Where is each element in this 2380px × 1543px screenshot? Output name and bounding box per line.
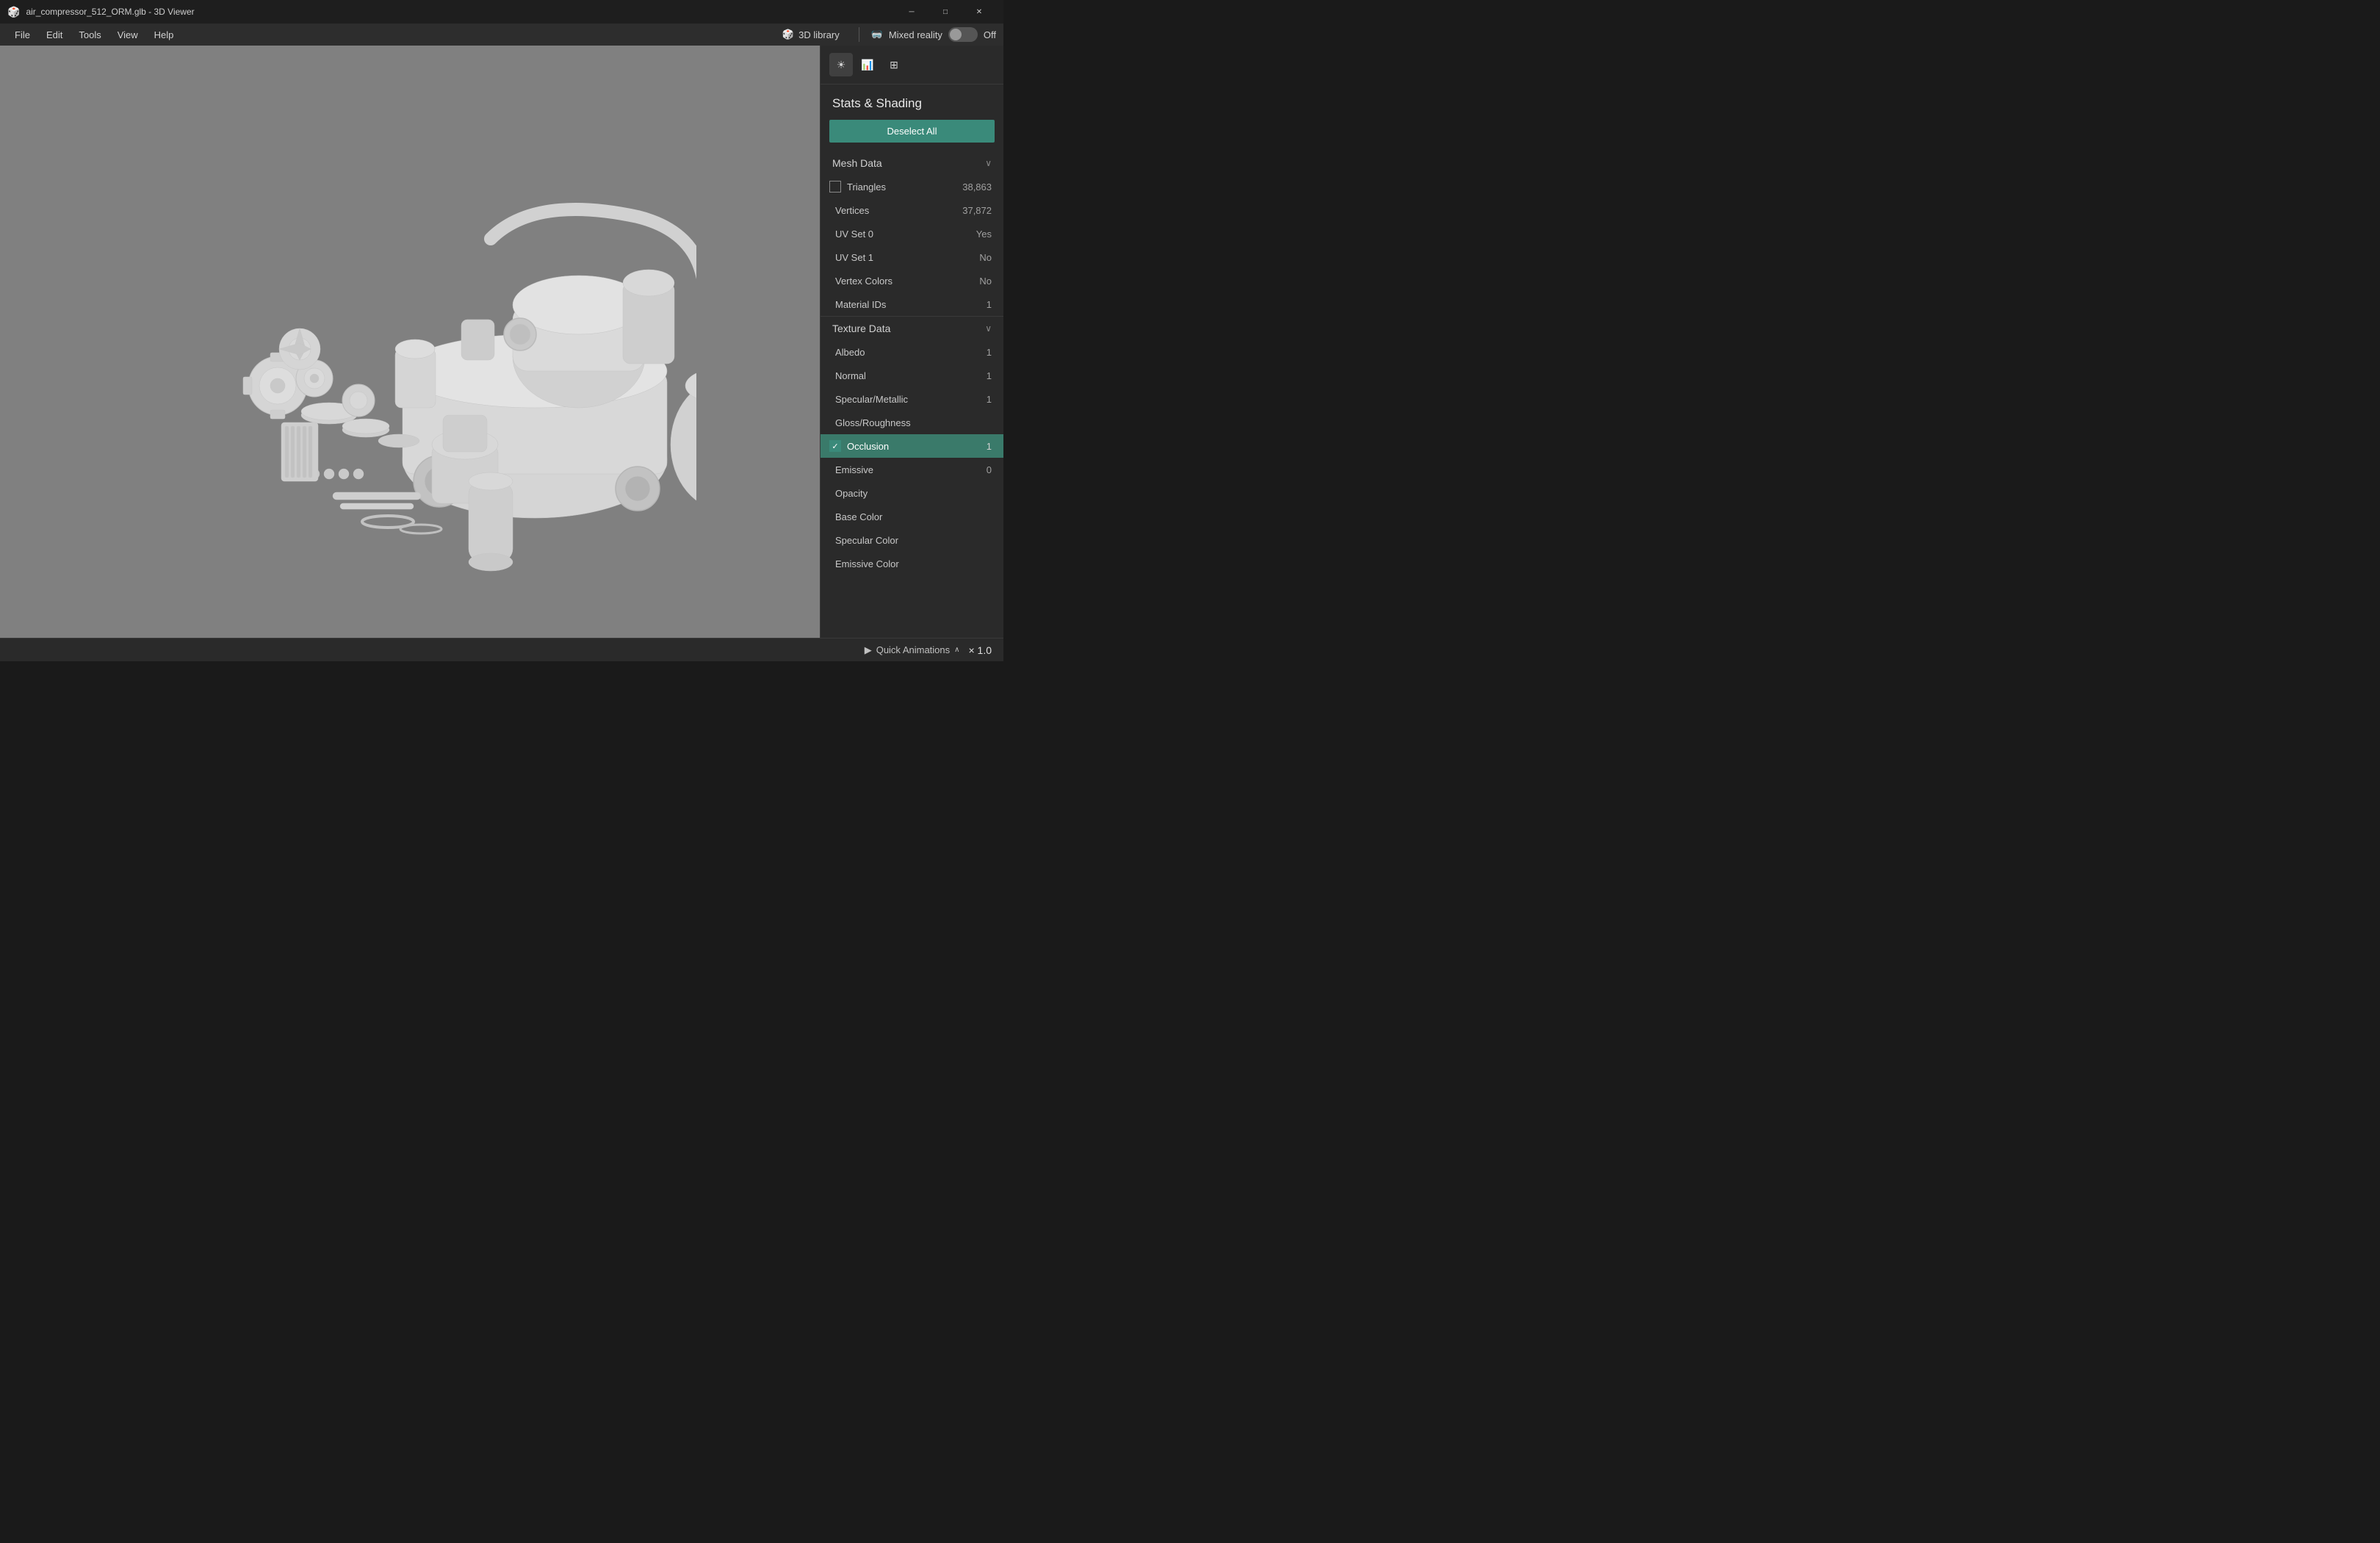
titlebar-title: air_compressor_512_ORM.glb - 3D Viewer bbox=[26, 7, 194, 17]
normal-value: 1 bbox=[962, 370, 992, 381]
zoom-level: × 1.0 bbox=[968, 644, 992, 656]
mesh-data-label: Mesh Data bbox=[832, 157, 882, 169]
emissive-label: Emissive bbox=[835, 464, 962, 475]
vertices-label: Vertices bbox=[835, 205, 962, 216]
triangles-row[interactable]: Triangles 38,863 bbox=[821, 175, 1003, 198]
titlebar: 🎲 air_compressor_512_ORM.glb - 3D Viewer… bbox=[0, 0, 1003, 24]
menubar: File Edit Tools View Help 🎲 3D library 🥽… bbox=[0, 24, 1003, 46]
panel-tool-grid[interactable]: ⊞ bbox=[882, 53, 906, 76]
material-ids-label: Material IDs bbox=[835, 299, 962, 310]
titlebar-controls: ─ □ ✕ bbox=[895, 0, 996, 24]
occlusion-row[interactable]: Occlusion 1 bbox=[821, 434, 1003, 458]
panel-title: Stats & Shading bbox=[821, 84, 1003, 120]
right-panel: ☀ 📊 ⊞ Stats & Shading Deselect All Mesh … bbox=[820, 46, 1003, 638]
normal-label: Normal bbox=[835, 370, 962, 381]
material-ids-value: 1 bbox=[962, 299, 992, 310]
menu-help[interactable]: Help bbox=[147, 26, 181, 43]
model-display bbox=[0, 46, 820, 638]
library-button[interactable]: 🎲 3D library bbox=[775, 26, 847, 43]
panel-toolbar: ☀ 📊 ⊞ bbox=[821, 46, 1003, 84]
material-ids-row: Material IDs 1 bbox=[821, 292, 1003, 316]
close-button[interactable]: ✕ bbox=[962, 0, 996, 24]
deselect-all-button[interactable]: Deselect All bbox=[829, 120, 995, 143]
mesh-data-section-header[interactable]: Mesh Data ∨ bbox=[821, 151, 1003, 175]
titlebar-left: 🎲 air_compressor_512_ORM.glb - 3D Viewer bbox=[7, 6, 195, 18]
occlusion-label: Occlusion bbox=[847, 441, 956, 452]
viewport[interactable] bbox=[0, 46, 820, 638]
normal-row[interactable]: Normal 1 bbox=[821, 364, 1003, 387]
gloss-roughness-row[interactable]: Gloss/Roughness bbox=[821, 411, 1003, 434]
chevron-up-icon: ∧ bbox=[954, 646, 959, 654]
emissive-color-label: Emissive Color bbox=[835, 558, 962, 569]
albedo-row[interactable]: Albedo 1 bbox=[821, 340, 1003, 364]
uvset0-row: UV Set 0 Yes bbox=[821, 222, 1003, 245]
vertex-colors-row: Vertex Colors No bbox=[821, 269, 1003, 292]
texture-data-label: Texture Data bbox=[832, 323, 890, 334]
occlusion-value: 1 bbox=[962, 441, 992, 452]
menu-tools[interactable]: Tools bbox=[71, 26, 108, 43]
texture-data-chevron: ∨ bbox=[985, 323, 992, 334]
gloss-roughness-label: Gloss/Roughness bbox=[835, 417, 962, 428]
texture-data-section-header[interactable]: Texture Data ∨ bbox=[821, 317, 1003, 340]
main: ☀ 📊 ⊞ Stats & Shading Deselect All Mesh … bbox=[0, 46, 1003, 638]
base-color-label: Base Color bbox=[835, 511, 962, 522]
model-svg bbox=[123, 92, 696, 591]
vertices-value: 37,872 bbox=[962, 205, 992, 216]
mixed-reality-area: 🥽 Mixed reality Off bbox=[871, 27, 996, 42]
specular-metallic-row[interactable]: Specular/Metallic 1 bbox=[821, 387, 1003, 411]
opacity-label: Opacity bbox=[835, 488, 962, 499]
minimize-button[interactable]: ─ bbox=[895, 0, 928, 24]
specular-metallic-label: Specular/Metallic bbox=[835, 394, 962, 405]
uvset1-label: UV Set 1 bbox=[835, 252, 962, 263]
specular-color-label: Specular Color bbox=[835, 535, 962, 546]
emissive-value: 0 bbox=[962, 464, 992, 475]
vertices-row: Vertices 37,872 bbox=[821, 198, 1003, 222]
animations-label: Quick Animations bbox=[876, 644, 950, 655]
emissive-row[interactable]: Emissive 0 bbox=[821, 458, 1003, 481]
panel-tool-sun[interactable]: ☀ bbox=[829, 53, 853, 76]
panel-tool-stats[interactable]: 📊 bbox=[856, 53, 879, 76]
mixed-reality-toggle[interactable] bbox=[948, 27, 978, 42]
menu-file[interactable]: File bbox=[7, 26, 37, 43]
library-icon: 🎲 bbox=[782, 29, 794, 40]
quick-animations-button[interactable]: ▶ Quick Animations ∧ bbox=[865, 644, 960, 656]
triangles-value: 38,863 bbox=[962, 181, 992, 193]
menu-edit[interactable]: Edit bbox=[39, 26, 70, 43]
triangles-checkbox[interactable] bbox=[829, 181, 841, 193]
uvset1-value: No bbox=[962, 252, 992, 263]
menubar-left: File Edit Tools View Help bbox=[7, 26, 181, 43]
albedo-value: 1 bbox=[962, 347, 992, 358]
albedo-label: Albedo bbox=[835, 347, 962, 358]
maximize-button[interactable]: □ bbox=[928, 0, 962, 24]
uvset1-row: UV Set 1 No bbox=[821, 245, 1003, 269]
menubar-right: 🎲 3D library 🥽 Mixed reality Off bbox=[775, 26, 996, 43]
triangles-label: Triangles bbox=[847, 181, 956, 193]
uvset0-value: Yes bbox=[962, 229, 992, 240]
specular-color-row[interactable]: Specular Color bbox=[821, 528, 1003, 552]
bottombar: ▶ Quick Animations ∧ × 1.0 bbox=[0, 638, 1003, 661]
vertex-colors-value: No bbox=[962, 276, 992, 287]
menu-view[interactable]: View bbox=[110, 26, 145, 43]
uvset0-label: UV Set 0 bbox=[835, 229, 962, 240]
toggle-knob bbox=[950, 29, 962, 40]
vertex-colors-label: Vertex Colors bbox=[835, 276, 962, 287]
occlusion-checkbox[interactable] bbox=[829, 440, 841, 452]
emissive-color-row[interactable]: Emissive Color bbox=[821, 552, 1003, 575]
panel-content: Stats & Shading Deselect All Mesh Data ∨… bbox=[821, 84, 1003, 638]
specular-metallic-value: 1 bbox=[962, 394, 992, 405]
mesh-data-chevron: ∨ bbox=[985, 158, 992, 168]
opacity-row[interactable]: Opacity bbox=[821, 481, 1003, 505]
base-color-row[interactable]: Base Color bbox=[821, 505, 1003, 528]
animations-icon: ▶ bbox=[865, 644, 872, 656]
mixed-reality-icon: 🥽 bbox=[871, 29, 883, 40]
